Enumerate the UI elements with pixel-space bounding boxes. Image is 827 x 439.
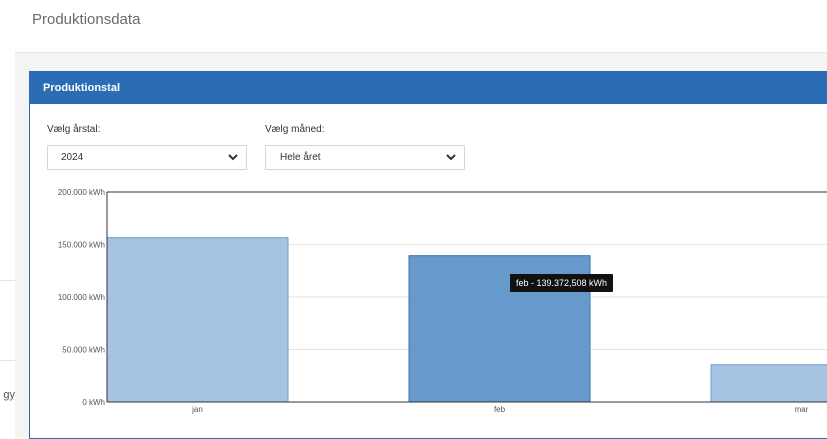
main-content: Produktionsdata Produktionstal Vælg årst… [15,0,827,439]
y-tick-label: 150.000 kWh [58,241,105,250]
page-title: Produktionsdata [32,11,141,28]
chevron-down-icon [228,154,238,161]
production-panel: Produktionstal Vælg årstal: 2024 Vælg må… [29,71,827,439]
sidebar-edge: gy [0,0,15,439]
year-label: Vælg årstal: [47,124,101,135]
x-tick-label: mar [795,405,809,414]
chart-bar-mar [710,364,827,403]
y-tick-label: 100.000 kWh [58,293,105,302]
month-label: Vælg måned: [265,124,325,135]
y-tick-label: 50.000 kWh [62,346,105,355]
chart-svg: 200.000 kWh 150.000 kWh 100.000 kWh 50.000 … [58,188,827,414]
sidebar-divider [0,280,15,281]
panel-header: Produktionstal [30,72,827,104]
page-header: Produktionsdata [15,0,827,53]
sidebar-item-label[interactable]: gy [0,389,15,401]
x-tick-label: feb [494,405,506,414]
sidebar-divider [0,360,15,361]
month-select[interactable]: Hele året [265,145,465,170]
panel-title: Produktionstal [43,82,121,94]
x-tick-label: jan [191,405,203,414]
month-select-value: Hele året [280,152,321,163]
year-select[interactable]: 2024 [47,145,247,170]
y-tick-label: 200.000 kWh [58,188,105,197]
chart-bar-jan [106,237,289,403]
production-chart: 200.000 kWh 150.000 kWh 100.000 kWh 50.000 … [30,184,827,434]
chevron-down-icon [446,154,456,161]
year-select-value: 2024 [61,152,84,163]
chart-tooltip: feb - 139.372,508 kWh [510,274,614,292]
y-tick-label: 0 kWh [82,398,105,407]
page: gy Produktionsdata Produktionstal Vælg å… [0,0,827,439]
